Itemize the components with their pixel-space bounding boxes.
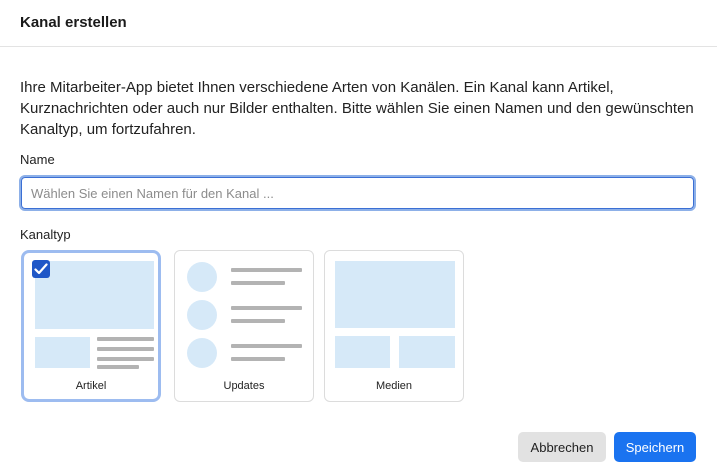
save-button[interactable]: Speichern <box>614 432 696 462</box>
create-channel-dialog: Kanal erstellen Ihre Mitarbeiter-App bie… <box>0 0 717 471</box>
channel-type-label-artikel: Artikel <box>75 380 107 392</box>
channel-type-label-updates: Updates <box>223 380 265 392</box>
avatar-placeholder <box>187 300 217 330</box>
text-line <box>97 337 154 341</box>
avatar-placeholder <box>187 338 217 368</box>
name-label: Name <box>20 152 55 167</box>
channel-type-card-updates[interactable]: Updates <box>174 250 314 402</box>
text-line <box>231 319 285 323</box>
media-image-placeholder <box>335 261 455 328</box>
text-line <box>231 344 302 348</box>
dialog-body: Ihre Mitarbeiter-App bietet Ihnen versch… <box>0 77 717 140</box>
article-thumb-placeholder <box>35 337 90 368</box>
channel-type-label: Kanaltyp <box>20 227 71 242</box>
dialog-title: Kanal erstellen <box>20 14 127 31</box>
text-line <box>231 306 302 310</box>
cancel-button[interactable]: Abbrechen <box>518 432 606 462</box>
channel-type-card-artikel[interactable]: Artikel <box>21 250 161 402</box>
channel-name-input[interactable] <box>19 175 696 211</box>
media-thumb-placeholder <box>335 336 390 368</box>
text-line <box>231 281 285 285</box>
article-image-placeholder <box>35 261 154 329</box>
dialog-description: Ihre Mitarbeiter-App bietet Ihnen versch… <box>20 79 694 138</box>
avatar-placeholder <box>187 262 217 292</box>
text-line <box>97 365 139 369</box>
channel-type-card-medien[interactable]: Medien <box>324 250 464 402</box>
text-line <box>231 268 302 272</box>
dialog-header: Kanal erstellen <box>0 0 717 47</box>
media-thumb-placeholder <box>399 336 455 368</box>
text-line <box>231 357 285 361</box>
channel-type-label-medien: Medien <box>375 380 413 392</box>
checkmark-icon <box>32 260 50 278</box>
text-line <box>97 347 154 351</box>
text-line <box>97 357 154 361</box>
